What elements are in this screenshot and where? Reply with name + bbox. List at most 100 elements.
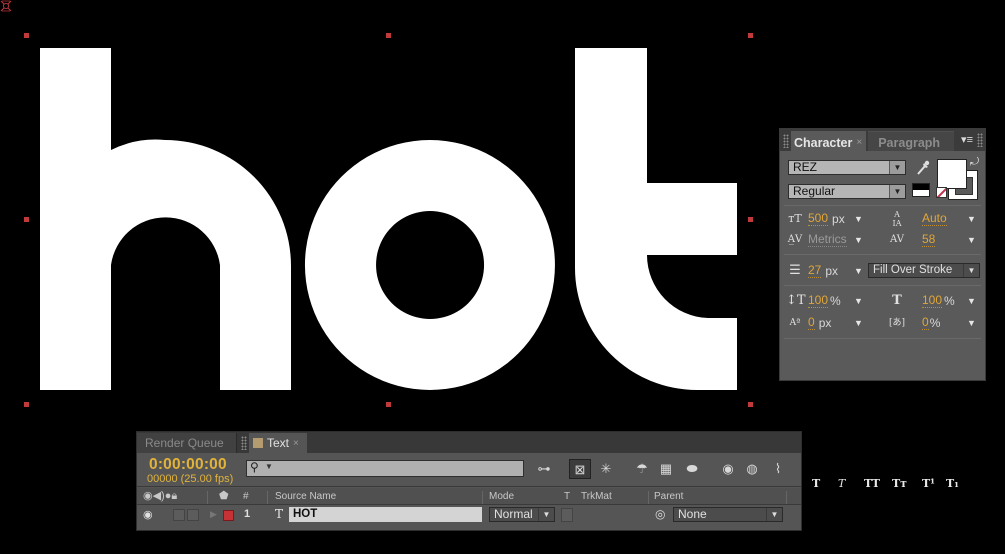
brainstorm-icon[interactable]: ⬬ bbox=[681, 459, 703, 479]
kerning-dropdown-arrow[interactable]: ▼ bbox=[854, 235, 863, 245]
kerning-control[interactable]: A̲V Metrics bbox=[786, 231, 847, 249]
column-source-name[interactable]: Source Name bbox=[275, 491, 336, 502]
tab-character[interactable]: Character × bbox=[791, 131, 867, 151]
font-size-control[interactable]: ᴛT 500 px bbox=[786, 210, 845, 228]
baseline-shift-dropdown-arrow[interactable]: ▼ bbox=[854, 318, 863, 328]
current-time-display[interactable]: 0:00:00:00 bbox=[149, 456, 227, 474]
font-size-value[interactable]: 500 bbox=[808, 212, 829, 226]
leading-dropdown-arrow[interactable]: ▼ bbox=[967, 214, 976, 224]
leading-value[interactable]: Auto bbox=[922, 212, 947, 226]
eyedropper-icon[interactable] bbox=[916, 160, 930, 176]
column-parent[interactable]: Parent bbox=[654, 491, 683, 502]
stroke-mode-dropdown[interactable]: Fill Over Stroke ▼ bbox=[868, 263, 980, 278]
bbox-handle-top-left[interactable] bbox=[24, 33, 29, 38]
superscript-button[interactable]: T¹ bbox=[922, 477, 935, 490]
visibility-eye-icon[interactable]: ◉ bbox=[143, 508, 153, 521]
graph-preview-icon[interactable]: ◉ bbox=[717, 459, 739, 479]
expand-triangle-icon[interactable]: ▶ bbox=[210, 509, 217, 520]
close-icon[interactable]: × bbox=[293, 438, 299, 449]
graph-editor-icon[interactable]: ⌇ bbox=[767, 459, 789, 479]
small-caps-button[interactable]: Tт bbox=[892, 477, 907, 490]
panel-menu-icon[interactable]: ▾≡ bbox=[961, 133, 973, 146]
close-icon[interactable]: × bbox=[856, 137, 862, 148]
vertical-scale-value[interactable]: 100 bbox=[808, 294, 829, 308]
layer-label-color[interactable] bbox=[223, 510, 234, 521]
column-t[interactable]: T bbox=[564, 491, 570, 502]
horizontal-scale-dropdown-arrow[interactable]: ▼ bbox=[967, 296, 976, 306]
bbox-handle-bottom-center[interactable] bbox=[386, 402, 391, 407]
horizontal-scale-icon: T bbox=[892, 293, 902, 308]
horizontal-scale-unit: % bbox=[944, 294, 955, 308]
leading-control[interactable]: A IA Auto bbox=[888, 210, 947, 228]
layer-source-name[interactable]: HOT bbox=[289, 507, 482, 522]
tsume-value[interactable]: 0 bbox=[922, 316, 929, 330]
bbox-handle-bottom-right[interactable] bbox=[748, 402, 753, 407]
all-caps-button[interactable]: TT bbox=[864, 477, 880, 490]
faux-italic-button[interactable]: T bbox=[838, 477, 845, 490]
panel-grip-icon[interactable] bbox=[241, 436, 247, 450]
column-divider[interactable] bbox=[482, 491, 483, 504]
column-divider[interactable] bbox=[267, 491, 268, 504]
blend-mode-dropdown[interactable]: Normal ▼ bbox=[489, 507, 555, 522]
no-stroke-icon[interactable] bbox=[936, 187, 947, 198]
vertical-scale-dropdown-arrow[interactable]: ▼ bbox=[854, 296, 863, 306]
kerning-value[interactable]: Metrics bbox=[808, 233, 847, 247]
hide-shy-layers-icon[interactable]: ✳ bbox=[595, 459, 617, 479]
preserve-transparency-toggle[interactable] bbox=[561, 508, 573, 522]
divider bbox=[784, 285, 981, 286]
tracking-value[interactable]: 58 bbox=[922, 233, 936, 247]
faux-bold-button[interactable]: T bbox=[812, 477, 820, 490]
tab-paragraph[interactable]: Paragraph bbox=[868, 131, 955, 151]
tracking-dropdown-arrow[interactable]: ▼ bbox=[967, 235, 976, 245]
column-divider[interactable] bbox=[207, 491, 208, 504]
panel-grip-icon[interactable] bbox=[977, 133, 983, 147]
tsume-control[interactable]: [あ] 0 % bbox=[888, 314, 940, 332]
tab-render-queue[interactable]: Render Queue bbox=[137, 433, 237, 453]
column-mode[interactable]: Mode bbox=[489, 491, 514, 502]
horizontal-scale-value[interactable]: 100 bbox=[922, 294, 943, 308]
motion-blur-icon[interactable]: ▦ bbox=[655, 459, 677, 479]
chevron-down-icon: ▼ bbox=[538, 508, 554, 521]
swap-colors-icon[interactable]: ⤾ bbox=[970, 156, 979, 169]
column-divider[interactable] bbox=[648, 491, 649, 504]
baseline-shift-value[interactable]: 0 bbox=[808, 316, 815, 330]
font-size-dropdown-arrow[interactable]: ▼ bbox=[854, 214, 863, 224]
horizontal-scale-control[interactable]: T 100 % bbox=[888, 292, 955, 310]
parent-dropdown[interactable]: None ▼ bbox=[673, 507, 783, 522]
stroke-width-value[interactable]: 27 bbox=[808, 264, 822, 278]
stroke-width-control[interactable]: ☰ 27 px bbox=[786, 262, 838, 280]
audio-toggle[interactable] bbox=[173, 509, 185, 521]
parent-value: None bbox=[678, 507, 707, 521]
bbox-handle-top-center[interactable] bbox=[386, 33, 391, 38]
baseline-shift-unit: px bbox=[818, 316, 832, 330]
draft-3d-icon[interactable]: ⊠ bbox=[569, 459, 591, 479]
font-style-dropdown[interactable]: Regular ▼ bbox=[788, 184, 906, 199]
bbox-handle-bottom-left[interactable] bbox=[24, 402, 29, 407]
frame-blending-icon[interactable]: ☂ bbox=[631, 459, 653, 479]
fill-color-swatch[interactable] bbox=[937, 159, 967, 189]
bbox-handle-middle-right[interactable] bbox=[748, 217, 753, 222]
tsume-dropdown-arrow[interactable]: ▼ bbox=[967, 318, 976, 328]
vertical-scale-unit: % bbox=[830, 294, 841, 308]
column-trkmat[interactable]: TrkMat bbox=[581, 491, 612, 502]
pick-whip-icon[interactable]: ◎ bbox=[655, 507, 665, 521]
layer-row[interactable]: ◉ ▶ 1 T HOT Normal ▼ ◎ None ▼ bbox=[137, 506, 801, 524]
tab-text-composition[interactable]: Text × bbox=[249, 433, 307, 453]
bbox-handle-top-right[interactable] bbox=[748, 33, 753, 38]
vertical-scale-control[interactable]: ↕T 100 % bbox=[786, 292, 841, 310]
default-colors-icon[interactable] bbox=[912, 183, 930, 197]
baseline-shift-control[interactable]: Aª 0 px bbox=[786, 314, 831, 332]
panel-grip-icon[interactable] bbox=[783, 134, 789, 148]
subscript-button[interactable]: T₁ bbox=[946, 477, 959, 490]
font-family-dropdown[interactable]: REZ ▼ bbox=[788, 160, 906, 175]
layer-search-input[interactable]: ⚲ ▼ bbox=[246, 460, 524, 477]
column-divider[interactable] bbox=[786, 491, 787, 504]
stroke-width-dropdown-arrow[interactable]: ▼ bbox=[854, 266, 863, 276]
tracking-control[interactable]: AV 58 bbox=[888, 231, 936, 249]
anchor-point-icon[interactable] bbox=[0, 0, 12, 12]
bbox-handle-middle-left[interactable] bbox=[24, 217, 29, 222]
stopwatch-icon[interactable]: ◍ bbox=[741, 459, 763, 479]
composition-mini-flowchart-icon[interactable]: ⊶ bbox=[533, 459, 555, 479]
divider bbox=[784, 338, 981, 339]
solo-toggle[interactable] bbox=[187, 509, 199, 521]
